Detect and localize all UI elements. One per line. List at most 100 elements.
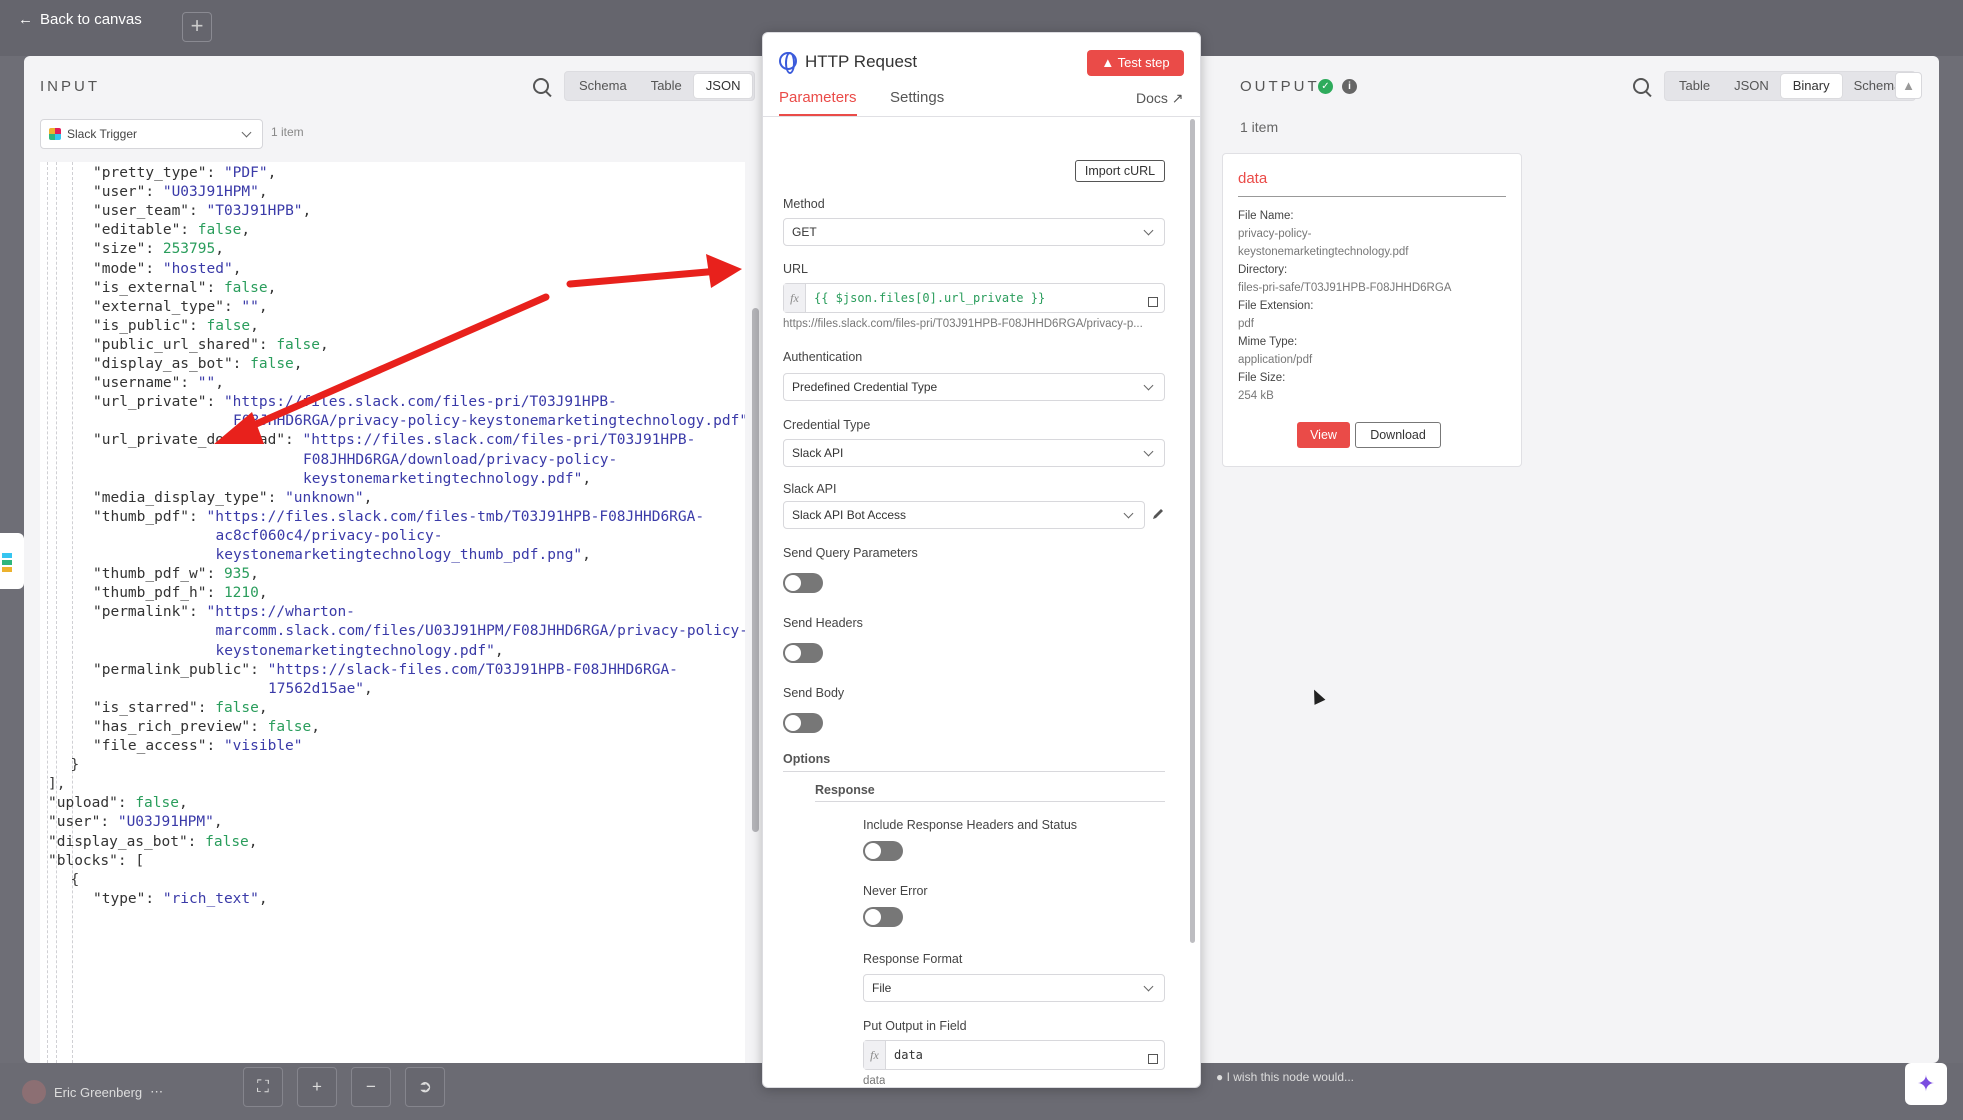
docs-link[interactable]: Docs ↗ bbox=[1136, 90, 1184, 107]
json-line: "display_as_bot": false, bbox=[93, 356, 303, 372]
tab-schema[interactable]: Schema bbox=[567, 74, 639, 98]
never-error-toggle[interactable] bbox=[863, 907, 903, 927]
input-scrollbar[interactable] bbox=[752, 308, 759, 832]
fit-view-icon[interactable]: ⛶ bbox=[243, 1067, 283, 1107]
send-query-toggle[interactable] bbox=[783, 573, 823, 593]
input-items-count: 1 item bbox=[271, 125, 304, 139]
json-line: F08JHHD6RGA/privacy-policy-keystonemarke… bbox=[233, 413, 745, 430]
tidy-icon[interactable]: ➲ bbox=[405, 1067, 445, 1107]
json-line: marcomm.slack.com/files/U03J91HPM/F08JHH… bbox=[215, 623, 746, 640]
json-line: keystonemarketingtechnology.pdf", bbox=[215, 642, 504, 659]
node-title[interactable]: HTTP Request bbox=[805, 52, 917, 72]
search-icon[interactable] bbox=[1633, 78, 1649, 94]
output-view-tabs: Table JSON Binary Schema bbox=[1664, 71, 1917, 101]
method-select[interactable]: GET bbox=[783, 218, 1165, 246]
pencil-icon[interactable] bbox=[1151, 507, 1165, 521]
json-line: "has_rich_preview": false, bbox=[93, 718, 320, 735]
input-view-tabs: Schema Table JSON bbox=[564, 71, 756, 101]
tab-table[interactable]: Table bbox=[639, 74, 694, 98]
tab-table[interactable]: Table bbox=[1667, 74, 1722, 98]
arrow-left-icon: ← bbox=[18, 11, 33, 28]
parameters-scrollbar[interactable] bbox=[1190, 119, 1195, 943]
json-line: "url_private": "https://files.slack.com/… bbox=[93, 394, 617, 411]
json-viewer[interactable]: "pretty_type": "PDF", "user": "U03J91HPM"… bbox=[40, 162, 745, 1063]
slack-credential-select[interactable]: Slack API Bot Access bbox=[783, 501, 1145, 529]
import-curl-button[interactable]: Import cURL bbox=[1075, 160, 1165, 182]
slack-node-edge[interactable] bbox=[0, 533, 24, 589]
json-line: "thumb_pdf_h": 1210, bbox=[93, 585, 268, 602]
tab-settings[interactable]: Settings bbox=[890, 89, 944, 114]
put-output-field[interactable]: fx data bbox=[863, 1040, 1165, 1070]
json-line: 17562d15ae", bbox=[268, 680, 373, 697]
zoom-in-icon[interactable]: + bbox=[297, 1067, 337, 1107]
response-format-label: Response Format bbox=[863, 952, 963, 966]
directory-value: files-pri-safe/T03J91HPB-F08JHHD6RGA bbox=[1238, 282, 1452, 294]
json-line: keystonemarketingtechnology_thumb_pdf.pn… bbox=[215, 547, 591, 563]
json-line: "size": 253795, bbox=[93, 241, 224, 258]
more-icon[interactable]: ⋯ bbox=[150, 1084, 163, 1100]
send-headers-label: Send Headers bbox=[783, 616, 863, 630]
back-to-canvas-link[interactable]: ← Back to canvas bbox=[18, 11, 142, 28]
json-line: "permalink": "https://wharton- bbox=[93, 604, 355, 621]
user-menu[interactable]: Eric Greenberg ⋯ bbox=[22, 1080, 163, 1104]
binary-data-card: data File Name: privacy-policy- keystone… bbox=[1222, 153, 1522, 467]
tab-json[interactable]: JSON bbox=[1722, 74, 1781, 98]
chevron-down-icon bbox=[241, 127, 252, 138]
credential-type-select[interactable]: Slack API bbox=[783, 439, 1165, 467]
url-expression-field[interactable]: fx {{ $json.files[0].url_private }} bbox=[783, 283, 1165, 313]
json-line: "editable": false, bbox=[93, 222, 251, 239]
feedback-hint[interactable]: ● I wish this node would... bbox=[1216, 1070, 1354, 1084]
view-button[interactable]: View bbox=[1297, 422, 1350, 448]
json-line: ], bbox=[48, 776, 66, 793]
tab-json[interactable]: JSON bbox=[693, 74, 753, 98]
info-icon[interactable]: i bbox=[1342, 79, 1357, 94]
slack-api-label: Slack API bbox=[783, 482, 837, 496]
never-error-label: Never Error bbox=[863, 884, 928, 898]
chevron-down-icon bbox=[1143, 446, 1154, 457]
pin-icon[interactable]: ▲ bbox=[1895, 72, 1922, 99]
expand-icon[interactable] bbox=[1148, 1054, 1158, 1064]
mime-label: Mime Type: bbox=[1238, 336, 1298, 348]
json-line: "username": "", bbox=[93, 375, 224, 392]
send-headers-toggle[interactable] bbox=[783, 643, 823, 663]
sparkle-icon[interactable]: ✦ bbox=[1905, 1063, 1947, 1105]
chevron-down-icon bbox=[1143, 981, 1154, 992]
include-headers-toggle[interactable] bbox=[863, 841, 903, 861]
extension-label: File Extension: bbox=[1238, 300, 1314, 312]
tab-binary[interactable]: Binary bbox=[1780, 74, 1842, 98]
download-button[interactable]: Download bbox=[1355, 422, 1441, 448]
json-line: } bbox=[70, 757, 80, 774]
input-node-select[interactable]: Slack Trigger bbox=[40, 119, 263, 149]
expand-icon[interactable] bbox=[1148, 297, 1158, 307]
flask-icon: ▲ bbox=[1101, 55, 1115, 70]
json-line: "file_access": "visible" bbox=[93, 738, 303, 754]
send-body-toggle[interactable] bbox=[783, 713, 823, 733]
json-line: "thumb_pdf_w": 935, bbox=[93, 566, 259, 583]
lightbulb-icon: ● bbox=[1216, 1070, 1224, 1084]
method-label: Method bbox=[783, 197, 825, 211]
tab-parameters[interactable]: Parameters bbox=[779, 89, 857, 116]
zoom-out-icon[interactable]: − bbox=[351, 1067, 391, 1107]
auth-select[interactable]: Predefined Credential Type bbox=[783, 373, 1165, 401]
avatar bbox=[22, 1080, 46, 1104]
json-line: "public_url_shared": false, bbox=[93, 336, 329, 353]
put-output-value: data bbox=[894, 1048, 923, 1062]
input-pane: INPUT Schema Table JSON Slack Trigger 1 … bbox=[24, 56, 760, 1063]
external-link-icon: ↗ bbox=[1171, 90, 1184, 106]
json-line: "media_display_type": "unknown", bbox=[93, 489, 373, 506]
response-label: Response bbox=[815, 783, 875, 797]
response-format-select[interactable]: File bbox=[863, 974, 1165, 1002]
test-step-button[interactable]: ▲ Test step bbox=[1087, 50, 1184, 76]
search-icon[interactable] bbox=[533, 78, 549, 94]
plus-icon[interactable]: + bbox=[182, 12, 212, 42]
json-line: "permalink_public": "https://slack-files… bbox=[93, 661, 678, 678]
file-name-label: File Name: bbox=[1238, 210, 1294, 222]
size-value: 254 kB bbox=[1238, 390, 1274, 402]
fx-icon: fx bbox=[784, 284, 806, 312]
json-line: "is_public": false, bbox=[93, 317, 259, 334]
auth-label: Authentication bbox=[783, 350, 863, 364]
user-name: Eric Greenberg bbox=[54, 1084, 143, 1100]
url-label: URL bbox=[783, 262, 809, 276]
include-headers-label: Include Response Headers and Status bbox=[863, 818, 1078, 832]
options-label: Options bbox=[783, 752, 831, 766]
